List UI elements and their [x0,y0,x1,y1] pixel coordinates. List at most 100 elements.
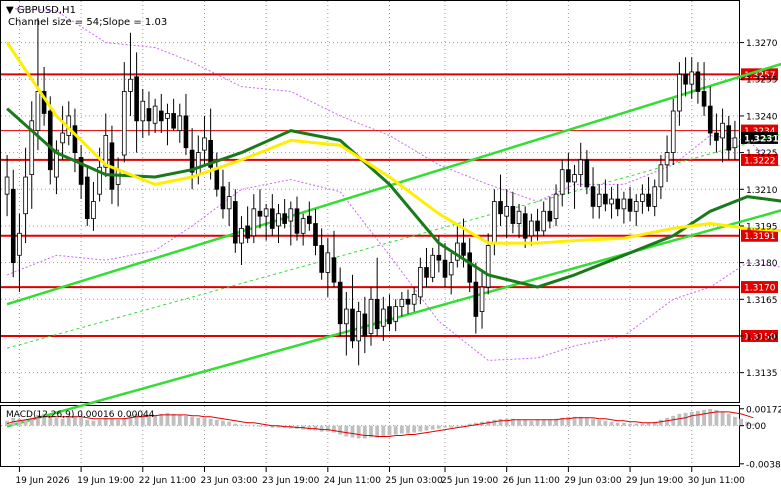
candle [251,194,257,244]
y-tick-label: 1.3135 [746,369,778,379]
candle [195,135,201,185]
macd-bar [412,425,417,433]
candle [652,179,658,217]
macd-bar [190,416,195,426]
candle-body-down [134,76,139,122]
macd-bar [658,419,663,426]
macd-bar [523,419,528,426]
candle-body-down [220,186,226,210]
candle [658,155,664,200]
candle [473,262,479,334]
candle [455,225,460,268]
candle-body-up [418,267,423,298]
candle-body-down [510,205,516,224]
candle [572,164,577,209]
macd-bar [239,424,244,426]
candle-body-down [313,223,318,246]
candle-body-down [584,159,590,188]
candle [276,203,281,244]
candle [381,296,386,341]
candle-body-up [504,205,510,217]
macd-bar [350,425,355,438]
macd-bar [23,419,28,426]
macd-bar [621,422,626,426]
candle-body-down [726,125,732,151]
macd-bar [356,425,361,439]
candle [344,291,349,356]
y-tick-label: 1.3225 [746,149,778,159]
price-axis: 1.32701.32551.32401.32251.32101.31951.31… [740,39,778,379]
x-tick-label: 19 Jun 19:00 [77,476,134,486]
macd-bar [591,418,595,426]
x-tick-label: 23 Jun 03:00 [200,476,257,486]
chart-window: 1.32571.32341.32221.31911.31701.31501.32… [0,0,781,489]
candle-body-up [177,115,183,131]
candle-body-down [498,201,503,215]
candle-body-down [442,259,448,278]
candle [66,101,72,146]
candle-body-up [60,132,65,144]
candle-body-down [158,110,164,122]
candle-body-down [72,125,78,153]
x-tick-label: 25 Jun 19:00 [441,476,498,486]
candle [171,98,176,131]
candle [387,294,392,332]
candle-body-up [689,71,695,85]
macd-bar [97,419,102,426]
chart-subtitle: Channel size = 54;Slope = 1.03 [8,17,167,28]
candle [245,206,250,244]
macd-bar [399,425,404,434]
macd-bar [541,419,546,426]
candle-body-up [670,110,676,153]
candle [294,196,300,241]
candle-body-down [603,193,608,205]
candle-body-up [91,201,96,220]
macd-bar [547,419,552,426]
candle-body-down [424,267,429,278]
x-tick-label: 24 Jun 11:00 [324,476,381,486]
candle [448,252,454,295]
candle [374,257,380,336]
macd-bar [227,421,232,426]
candle-body-down [695,71,701,92]
candle-body-up [152,105,158,124]
candle [578,142,584,187]
candle-body-up [368,298,374,334]
candle-body-down [701,91,707,107]
candle-body-up [572,174,577,183]
candle-body-down [294,208,300,234]
candle-body-down [461,242,466,256]
candle-body-up [239,227,244,244]
candle [78,145,84,200]
candle [282,199,287,229]
y-tick-label: 1.3180 [746,259,778,269]
candle [399,291,405,317]
candle-body-down [232,201,238,244]
candle-body-up [263,208,269,217]
macd-bar [264,425,269,427]
macd-bar [683,412,688,426]
candle [664,135,670,182]
candle [362,296,368,354]
candle-body-down [405,298,411,305]
candle [331,230,337,288]
candle [134,52,139,153]
candle [177,103,183,143]
candle-body-down [269,208,275,229]
candle [109,125,115,204]
candle [91,181,96,231]
candle [670,98,676,165]
macd-bar [726,413,731,426]
candle-body-down [10,188,16,264]
candle [29,101,35,209]
macd-bar [362,425,367,439]
candle-body-down [362,313,368,337]
macd-bar [517,419,521,426]
candle [350,274,355,349]
macd-bar [258,425,262,427]
candle-body-up [276,213,281,227]
candle-body-up [732,137,738,149]
macd-bar [677,413,682,426]
macd-bar [498,418,503,426]
candle-body-down [47,110,53,171]
